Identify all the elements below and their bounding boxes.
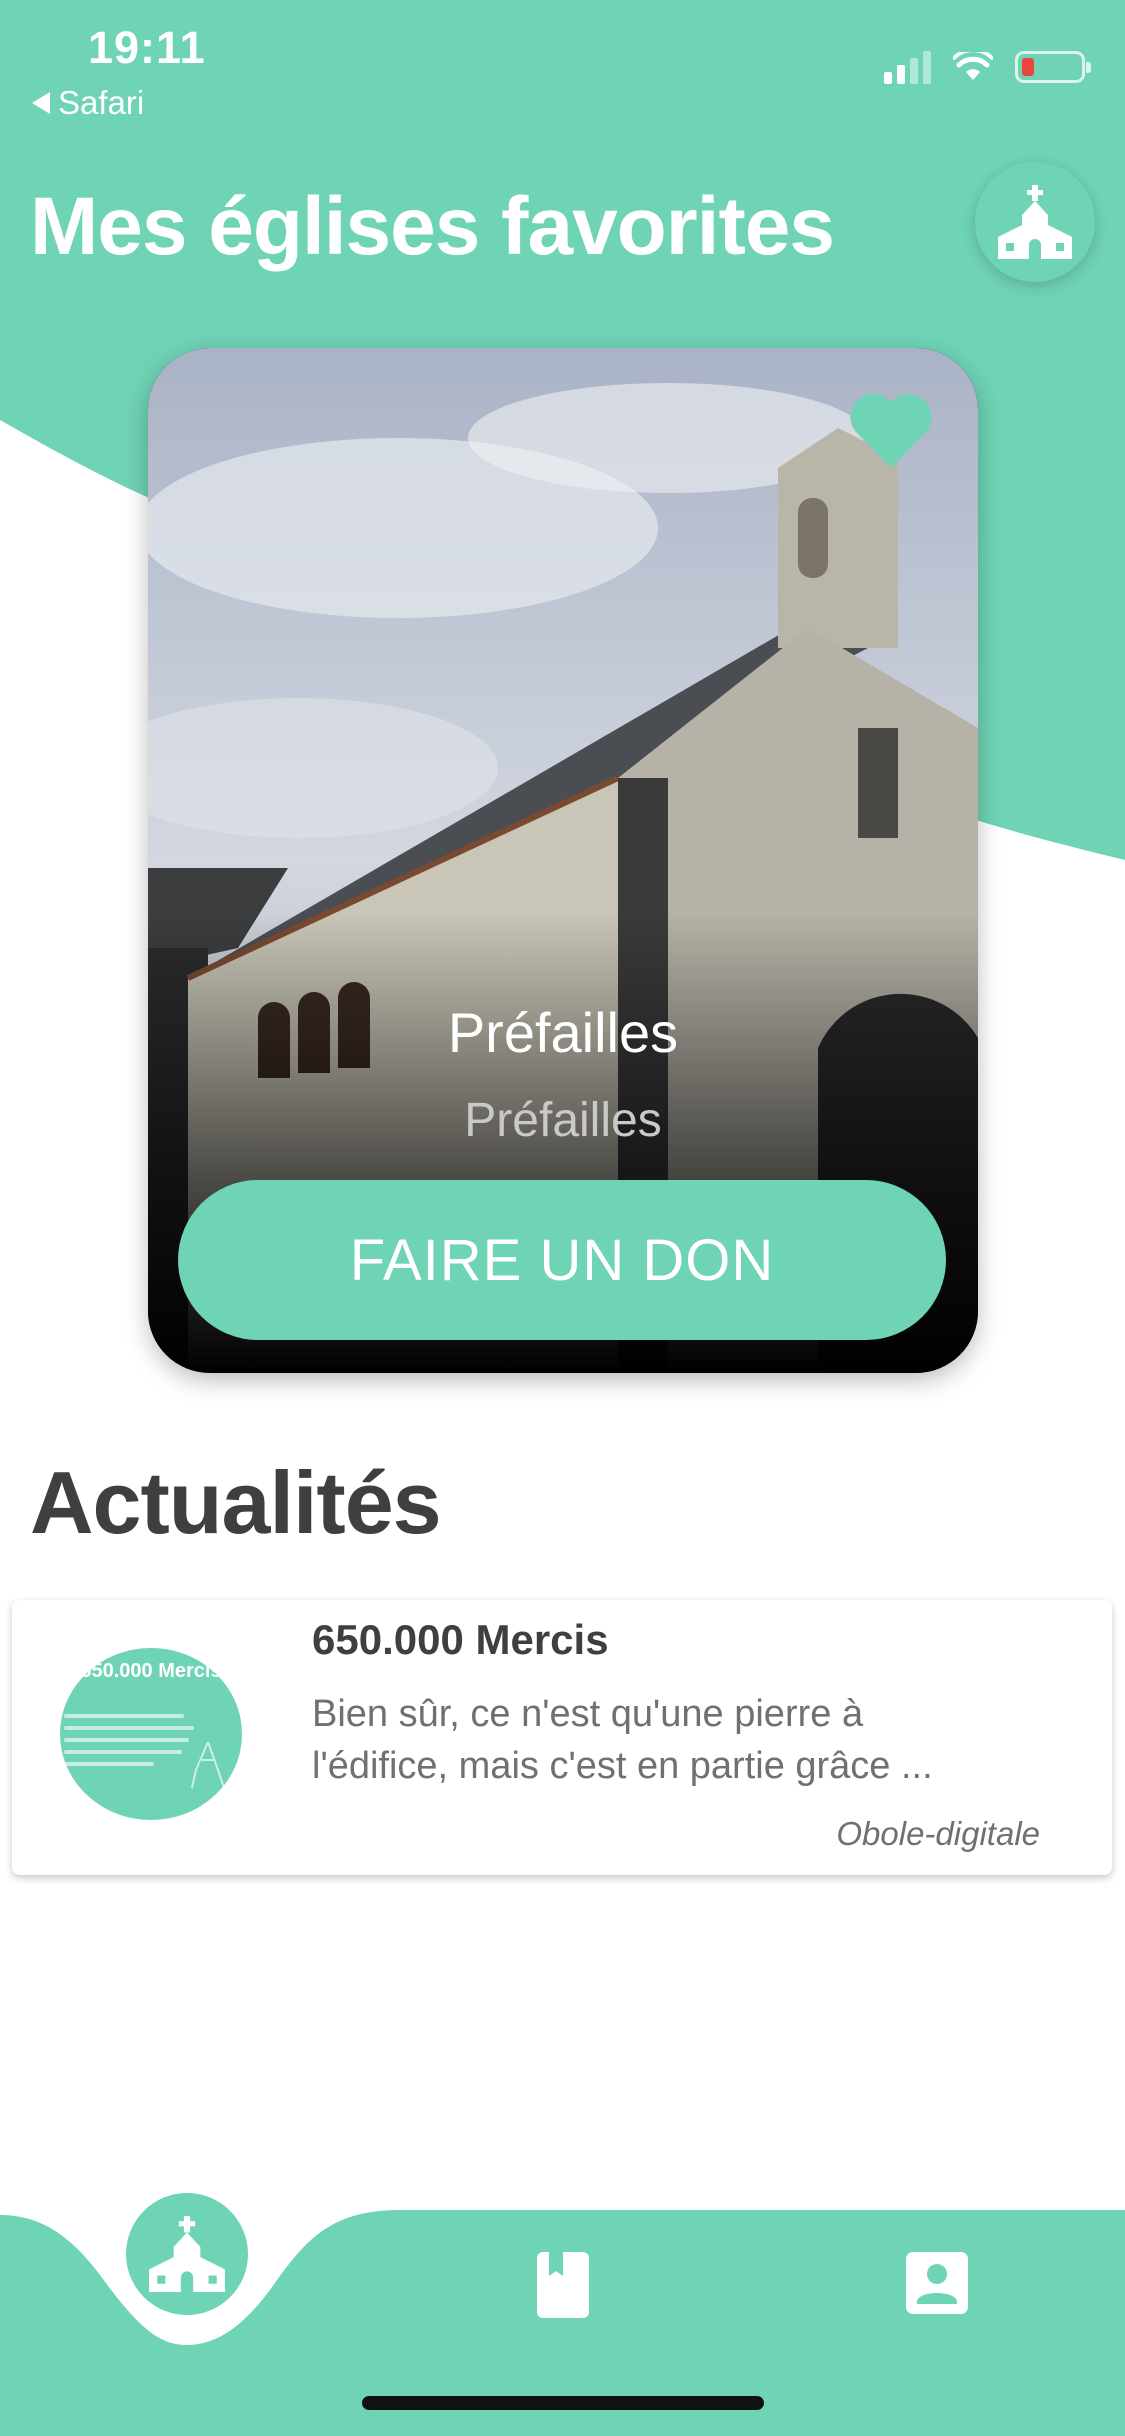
news-excerpt-line-1: Bien sûr, ce n'est qu'une pierre à: [312, 1693, 864, 1735]
battery-icon: [1015, 51, 1091, 83]
news-item[interactable]: 650.000 Mercis 650.000 Mercis Bien sûr, …: [12, 1600, 1112, 1875]
status-time: 19:11: [88, 22, 206, 73]
church-icon: [998, 185, 1072, 259]
news-title: 650.000 Mercis: [312, 1616, 609, 1663]
news-thumbnail-text-lines: [64, 1714, 194, 1774]
news-section-title: Actualités: [30, 1453, 442, 1552]
church-name: Préfailles: [447, 1001, 679, 1064]
praying-hands-icon: [191, 1741, 225, 1789]
church-city: Préfailles: [464, 1094, 662, 1147]
church-button[interactable]: [975, 162, 1095, 282]
tab-churches[interactable]: [126, 2193, 248, 2315]
news-source: Obole-digitale: [836, 1815, 1040, 1852]
cellular-signal-icon: [884, 50, 931, 84]
donate-button[interactable]: FAIRE UN DON: [178, 1180, 946, 1340]
wifi-icon: [953, 52, 993, 80]
back-app-label: Safari: [58, 84, 145, 121]
status-indicators: [884, 50, 1091, 84]
home-indicator: [362, 2396, 764, 2410]
favorite-church-card[interactable]: Préfailles Préfailles FAIRE UN DON: [148, 348, 978, 1373]
news-thumbnail-title: 650.000 Mercis: [80, 1660, 222, 1682]
news-excerpt-line-2: l'édifice, mais c'est en partie grâce ..…: [312, 1745, 933, 1787]
back-arrow-icon: [32, 92, 50, 114]
heart-icon[interactable]: [848, 390, 934, 470]
back-to-app-link[interactable]: Safari: [32, 84, 144, 122]
page-title: Mes églises favorites: [30, 181, 835, 272]
church-icon: [149, 2216, 225, 2292]
news-excerpt: Bien sûr, ce n'est qu'une pierre à l'édi…: [312, 1688, 1052, 1792]
profile-icon[interactable]: [906, 2252, 968, 2314]
news-thumbnail: 650.000 Mercis: [60, 1648, 242, 1820]
book-icon[interactable]: [533, 2252, 593, 2318]
